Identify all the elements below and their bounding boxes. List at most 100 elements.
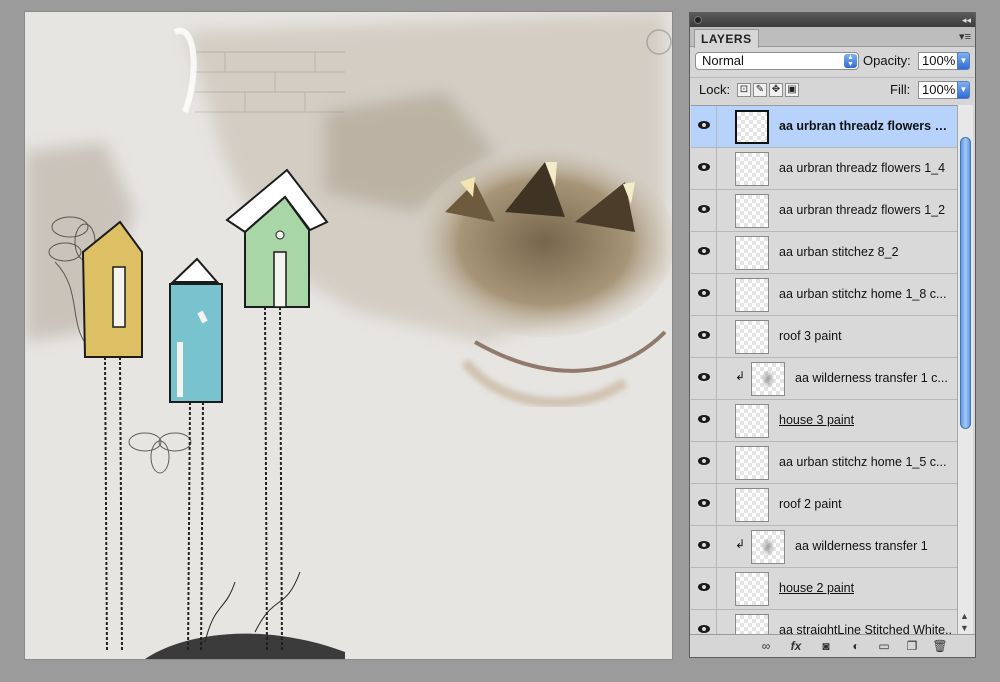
layer-thumbnail[interactable] <box>751 362 785 396</box>
layer-name: aa urban stitchz home 1_8 c... <box>779 287 947 301</box>
lock-paint-icon[interactable]: ✎ <box>753 83 767 97</box>
layer-row[interactable]: aa urbran threadz flowers 1_2 <box>691 190 957 232</box>
updown-arrows-icon: ▲ ▼ <box>844 54 857 68</box>
adjustment-layer-icon[interactable]: ◐ <box>848 638 864 654</box>
layer-row[interactable]: ↲ aa wilderness transfer 1 <box>691 526 957 568</box>
visibility-toggle[interactable] <box>691 610 717 636</box>
layer-thumbnail[interactable] <box>735 152 769 186</box>
panel-titlebar[interactable]: ◂◂ <box>690 13 975 27</box>
layer-row[interactable]: house 3 paint <box>691 400 957 442</box>
layer-name: aa wilderness transfer 1 <box>795 539 928 553</box>
visibility-toggle[interactable] <box>691 358 717 399</box>
layer-name: aa urbran threadz flowers 1_2 <box>779 203 946 217</box>
visibility-toggle[interactable] <box>691 106 717 147</box>
eye-icon <box>698 499 710 507</box>
eye-icon <box>698 415 710 423</box>
layer-name: aa urbran threadz flowers 1_4 <box>779 161 946 175</box>
layer-row[interactable]: roof 2 paint <box>691 484 957 526</box>
layer-row[interactable]: roof 3 paint <box>691 316 957 358</box>
opacity-label: Opacity: <box>863 53 911 68</box>
layer-row[interactable]: aa urban stitchz home 1_5 c... <box>691 442 957 484</box>
eye-icon <box>698 457 710 465</box>
visibility-toggle[interactable] <box>691 274 717 315</box>
panel-menu-icon[interactable]: ▾≡ <box>959 29 971 45</box>
visibility-toggle[interactable] <box>691 526 717 567</box>
blend-mode-value: Normal <box>702 53 744 68</box>
eye-icon <box>698 541 710 549</box>
collapse-icon[interactable]: ◂◂ <box>962 13 971 27</box>
layer-row[interactable]: ↲ aa wilderness transfer 1 c... <box>691 358 957 400</box>
eye-icon <box>698 205 710 213</box>
clipping-arrow-icon: ↲ <box>735 537 746 551</box>
opacity-input[interactable]: 100% <box>918 52 958 70</box>
lock-label: Lock: <box>699 82 731 97</box>
link-layers-icon[interactable]: ∞ <box>758 638 774 654</box>
new-layer-icon[interactable]: ❐ <box>904 638 920 654</box>
fill-input[interactable]: 100% <box>918 81 958 99</box>
visibility-toggle[interactable] <box>691 568 717 609</box>
close-panel-button[interactable] <box>694 16 702 24</box>
eye-icon <box>698 331 710 339</box>
layer-name: house 2 paint <box>779 581 855 595</box>
tab-layers[interactable]: LAYERS <box>694 29 759 48</box>
eye-icon <box>698 247 710 255</box>
opacity-dropdown-icon[interactable]: ▼ <box>957 52 970 70</box>
layer-name: aa urban stitchez 8_2 <box>779 245 899 259</box>
scroll-up-icon[interactable]: ▲ <box>960 611 969 621</box>
visibility-toggle[interactable] <box>691 400 717 441</box>
blend-mode-select[interactable]: Normal ▲ ▼ <box>695 52 859 70</box>
add-mask-icon[interactable]: ◙ <box>818 638 834 654</box>
layer-thumbnail[interactable] <box>735 572 769 606</box>
layer-name: aa urban stitchz home 1_5 c... <box>779 455 947 469</box>
layer-name: aa wilderness transfer 1 c... <box>795 371 948 385</box>
layer-row[interactable]: aa urban stitchz home 1_8 c... <box>691 274 957 316</box>
new-group-icon[interactable]: ▭ <box>876 638 892 654</box>
document-canvas[interactable] <box>25 12 672 659</box>
eye-icon <box>698 163 710 171</box>
visibility-toggle[interactable] <box>691 484 717 525</box>
layer-row[interactable]: aa urbran threadz flowers 1_4 <box>691 148 957 190</box>
fill-label: Fill: <box>890 82 911 97</box>
layer-thumbnail[interactable] <box>735 278 769 312</box>
eye-icon <box>698 583 710 591</box>
layer-thumbnail[interactable] <box>735 446 769 480</box>
fill-dropdown-icon[interactable]: ▼ <box>957 81 970 99</box>
layer-thumbnail[interactable] <box>735 404 769 438</box>
layer-row[interactable]: aa urbran threadz flowers … <box>691 106 957 148</box>
clipping-arrow-icon: ↲ <box>735 369 746 383</box>
layer-thumbnail[interactable] <box>751 530 785 564</box>
scroll-down-icon[interactable]: ▼ <box>960 623 969 633</box>
layer-list: aa urbran threadz flowers … aa urbran thr… <box>691 105 957 636</box>
blend-opacity-row: Normal ▲ ▼ Opacity: 100% ▼ <box>690 49 975 73</box>
layer-list-scrollbar[interactable]: ▲ ▼ <box>957 105 973 635</box>
layer-thumbnail[interactable] <box>735 236 769 270</box>
eye-icon <box>698 625 710 633</box>
layer-thumbnail[interactable] <box>735 614 769 636</box>
visibility-toggle[interactable] <box>691 190 717 231</box>
layer-name: aa urbran threadz flowers … <box>779 119 948 133</box>
visibility-toggle[interactable] <box>691 316 717 357</box>
layer-thumbnail[interactable] <box>735 110 769 144</box>
visibility-toggle[interactable] <box>691 148 717 189</box>
lock-position-icon[interactable]: ✥ <box>769 83 783 97</box>
trash-icon[interactable]: 🗑 <box>932 638 948 654</box>
lock-all-icon[interactable]: ▣ <box>785 83 799 97</box>
visibility-toggle[interactable] <box>691 232 717 273</box>
layer-thumbnail[interactable] <box>735 194 769 228</box>
visibility-toggle[interactable] <box>691 442 717 483</box>
layer-name: roof 2 paint <box>779 497 842 511</box>
eye-icon <box>698 289 710 297</box>
layer-name: roof 3 paint <box>779 329 842 343</box>
scrollbar-thumb[interactable] <box>960 137 971 429</box>
fx-icon[interactable]: fx <box>788 638 804 654</box>
layer-row[interactable]: house 2 paint <box>691 568 957 610</box>
layer-thumbnail[interactable] <box>735 488 769 522</box>
eye-icon <box>698 121 710 129</box>
layer-row[interactable]: aa straightLine Stitched White... <box>691 610 957 636</box>
layers-panel: ◂◂ LAYERS ▾≡ Normal ▲ ▼ Opacity: 100% ▼ L… <box>689 12 976 658</box>
lock-transparency-icon[interactable]: ⊡ <box>737 83 751 97</box>
artwork <box>25 12 672 659</box>
panel-footer: ∞ fx ◙ ◐ ▭ ❐ 🗑 <box>690 634 975 657</box>
layer-thumbnail[interactable] <box>735 320 769 354</box>
layer-row[interactable]: aa urban stitchez 8_2 <box>691 232 957 274</box>
